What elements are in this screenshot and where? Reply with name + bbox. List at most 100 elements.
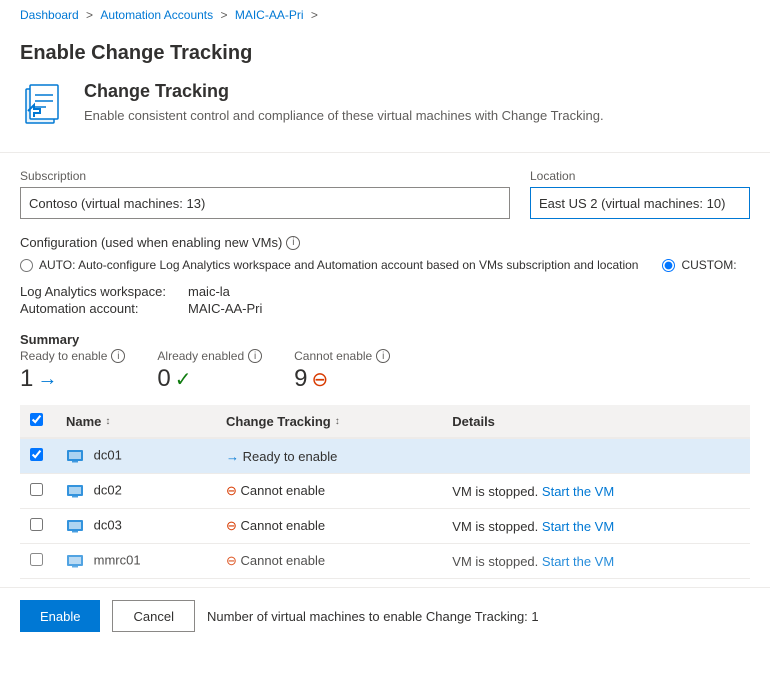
summary-card-cannot: Cannot enable i 9 ⊖ [294,349,390,393]
row-tracking-status: Ready to enable [243,449,338,464]
row-tracking-status: Cannot enable [241,553,326,568]
auto-radio-item[interactable]: AUTO: Auto-configure Log Analytics works… [20,258,638,272]
block-status-icon: ⊖ [226,518,241,533]
row-details-text: VM is stopped. [452,554,538,569]
tracking-col-header: Change Tracking ↕ [216,405,442,438]
row-name: dc02 [94,482,122,497]
workspace-label: Log Analytics workspace: [20,284,180,299]
subscription-location-row: Subscription Contoso (virtual machines: … [20,169,750,219]
details-grid: Log Analytics workspace: maic-la Automat… [20,284,750,316]
enabled-value: 0 ✓ [157,365,262,393]
enabled-check-icon: ✓ [175,367,192,392]
start-vm-link[interactable]: Start the VM [542,484,614,499]
row-name-col: dc02 [56,474,216,509]
config-radio-group: AUTO: Auto-configure Log Analytics works… [20,258,750,272]
row-checkbox-col [20,544,56,579]
row-name: dc03 [94,517,122,532]
vm-table: Name ↕ Change Tracking ↕ Details [20,405,750,579]
header-description: Enable consistent control and compliance… [84,108,604,123]
cannot-info-icon[interactable]: i [376,349,390,363]
select-all-col [20,405,56,438]
config-info-icon[interactable]: i [286,236,300,250]
subscription-group: Subscription Contoso (virtual machines: … [20,169,510,219]
header-section: Change Tracking Enable consistent contro… [0,81,770,153]
location-input[interactable] [530,187,750,219]
footer-note: Number of virtual machines to enable Cha… [207,609,539,624]
enabled-label: Already enabled i [157,349,262,363]
row-checkbox[interactable] [30,518,43,531]
enable-button[interactable]: Enable [20,600,100,632]
table-row: dc01 → Ready to enable [20,438,750,474]
summary-card-ready: Ready to enable i 1 → [20,349,125,393]
table-header-row: Name ↕ Change Tracking ↕ Details [20,405,750,438]
select-all-checkbox[interactable] [30,413,43,426]
account-label: Automation account: [20,301,180,316]
header-title: Change Tracking [84,81,604,102]
tracking-sort-icon[interactable]: ↕ [335,416,340,427]
enabled-info-icon[interactable]: i [248,349,262,363]
details-col-header: Details [442,405,750,438]
breadcrumb-dashboard[interactable]: Dashboard [20,8,79,22]
table-row: mmrc01 ⊖ Cannot enable VM is stopped. St… [20,544,750,579]
ready-status-icon: → [226,449,243,464]
row-checkbox[interactable] [30,553,43,566]
row-name: dc01 [94,447,122,462]
auto-radio[interactable] [20,259,33,272]
row-details-text: VM is stopped. [452,519,538,534]
start-vm-link[interactable]: Start the VM [542,554,614,569]
ready-label: Ready to enable i [20,349,125,363]
custom-radio[interactable] [662,259,675,272]
location-group: Location [530,169,750,219]
custom-radio-item[interactable]: CUSTOM: [662,258,736,272]
summary-title: Summary [20,332,750,347]
ready-info-icon[interactable]: i [111,349,125,363]
workspace-value: maic-la [188,284,750,299]
name-col-header: Name ↕ [56,405,216,438]
ready-arrow-icon: → [37,368,57,391]
subscription-select[interactable]: Contoso (virtual machines: 13) [20,187,510,219]
row-details-text: VM is stopped. [452,484,538,499]
row-name-col: mmrc01 [56,544,216,579]
row-checkbox-col [20,438,56,474]
row-tracking-status: Cannot enable [241,483,326,498]
table-section: Name ↕ Change Tracking ↕ Details [20,405,750,579]
custom-radio-label: CUSTOM: [681,258,736,272]
cancel-button[interactable]: Cancel [112,600,194,632]
row-checkbox[interactable] [30,448,43,461]
location-label: Location [530,169,750,183]
auto-radio-label: AUTO: Auto-configure Log Analytics works… [39,258,638,272]
breadcrumb-maic-aa-pri[interactable]: MAIC-AA-Pri [235,8,304,22]
table-row: dc03 ⊖ Cannot enable VM is stopped. Star… [20,509,750,544]
row-tracking-status: Cannot enable [241,518,326,533]
start-vm-link[interactable]: Start the VM [542,519,614,534]
row-tracking-col: ⊖ Cannot enable [216,474,442,509]
config-label: Configuration (used when enabling new VM… [20,235,750,250]
row-tracking-col: → Ready to enable [216,438,442,474]
row-checkbox-col [20,509,56,544]
row-checkbox[interactable] [30,483,43,496]
summary-section: Summary Ready to enable i 1 → Already en… [20,332,750,393]
row-details-col: VM is stopped. Start the VM [442,509,750,544]
change-tracking-icon [20,81,68,132]
row-name: mmrc01 [94,552,141,567]
subscription-label: Subscription [20,169,510,183]
page-title: Enable Change Tracking [0,30,770,81]
ready-value: 1 → [20,365,125,393]
row-tracking-col: ⊖ Cannot enable [216,544,442,579]
row-details-col [442,438,750,474]
summary-card-enabled: Already enabled i 0 ✓ [157,349,262,393]
name-sort-icon[interactable]: ↕ [105,416,110,427]
cannot-value: 9 ⊖ [294,365,390,393]
row-name-col: dc01 [56,438,216,474]
table-row: dc02 ⊖ Cannot enable VM is stopped. Star… [20,474,750,509]
summary-cards: Ready to enable i 1 → Already enabled i … [20,349,750,393]
row-tracking-col: ⊖ Cannot enable [216,509,442,544]
configuration-section: Configuration (used when enabling new VM… [20,235,750,272]
row-details-col: VM is stopped. Start the VM [442,474,750,509]
header-text: Change Tracking Enable consistent contro… [84,81,604,123]
breadcrumb: Dashboard > Automation Accounts > MAIC-A… [0,0,770,30]
form-section: Subscription Contoso (virtual machines: … [0,169,770,393]
account-value: MAIC-AA-Pri [188,301,750,316]
breadcrumb-automation-accounts[interactable]: Automation Accounts [100,8,213,22]
block-status-icon: ⊖ [226,553,241,568]
